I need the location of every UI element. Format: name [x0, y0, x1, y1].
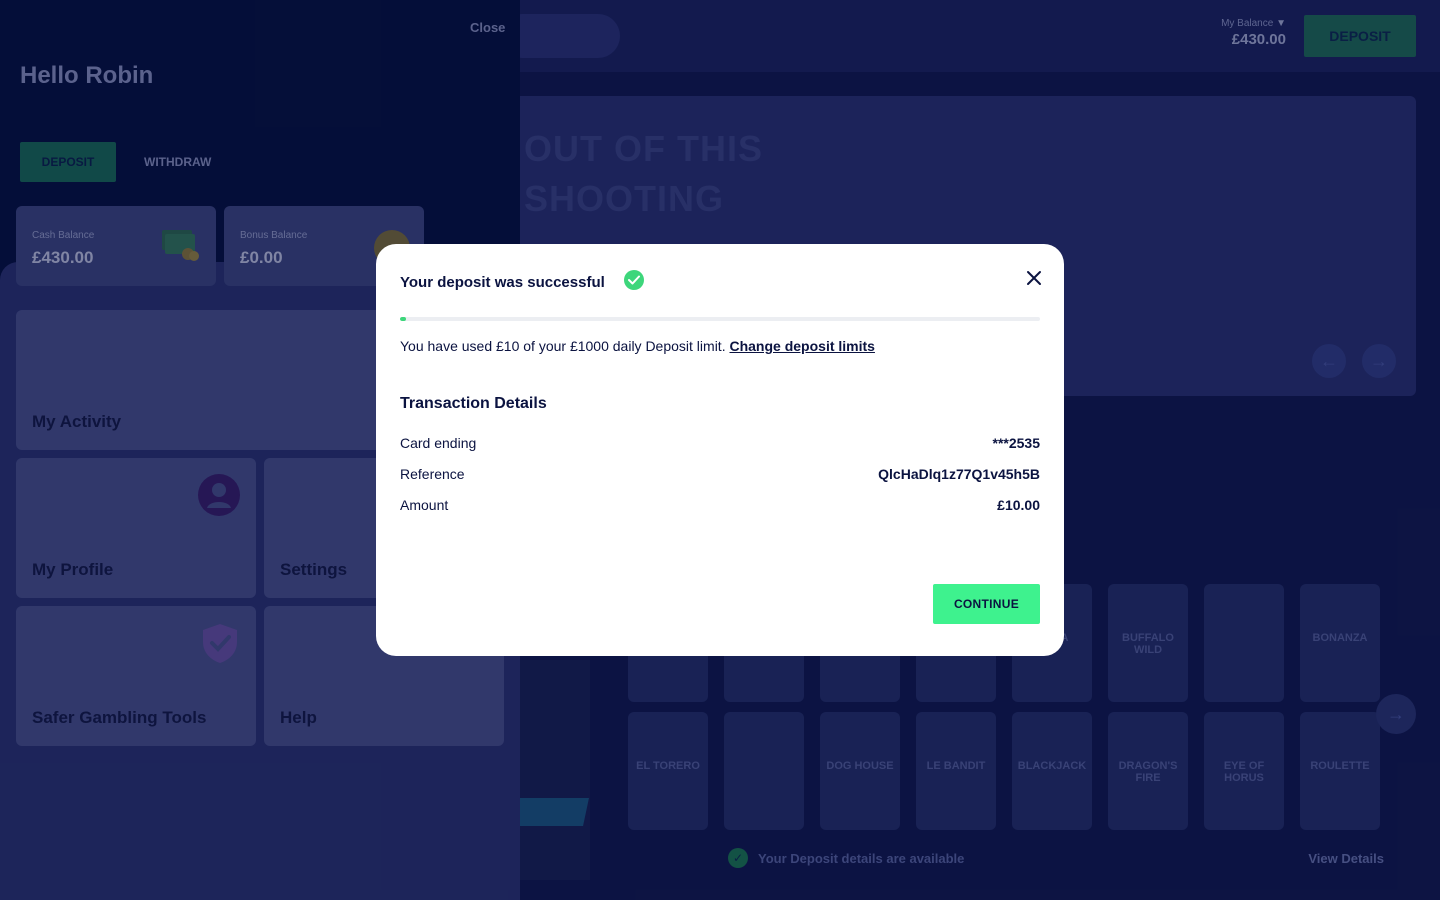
detail-row-amount: Amount £10.00 [400, 495, 1040, 515]
detail-label: Card ending [400, 435, 477, 451]
detail-label: Reference [400, 466, 465, 482]
deposit-limit-text: You have used £10 of your £1000 daily De… [400, 338, 875, 354]
deposit-limit-progress-fill [400, 317, 407, 321]
detail-value: QlcHaDlq1z77Q1v45h5B [878, 466, 1040, 482]
detail-value: £10.00 [997, 497, 1040, 513]
deposit-success-modal: Your deposit was successful You have use… [376, 244, 1064, 656]
deposit-limit-progress [400, 317, 1040, 321]
change-deposit-limits-link[interactable]: Change deposit limits [729, 338, 874, 354]
deposit-limit-message: You have used £10 of your £1000 daily De… [400, 338, 726, 354]
detail-label: Amount [400, 497, 449, 513]
detail-row-reference: Reference QlcHaDlq1z77Q1v45h5B [400, 464, 1040, 484]
success-check-icon [624, 270, 644, 290]
detail-value: ***2535 [992, 435, 1041, 451]
modal-title: Your deposit was successful [400, 274, 605, 291]
detail-row-card: Card ending ***2535 [400, 433, 1040, 453]
continue-button[interactable]: CONTINUE [933, 584, 1040, 624]
transaction-details-heading: Transaction Details [400, 395, 547, 412]
close-icon[interactable] [1022, 266, 1046, 290]
